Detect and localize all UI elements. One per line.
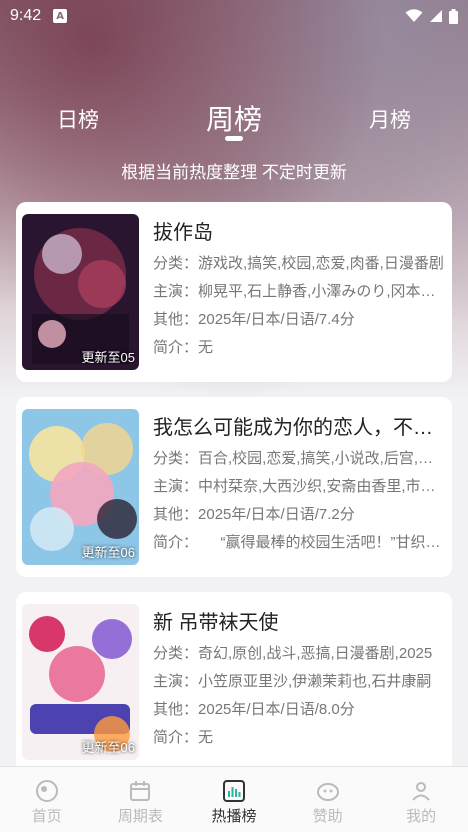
show-cast: 柳晃平,石上静香,小澤みのり,冈本信彦 (198, 283, 445, 300)
show-cast: 中村栞奈,大西沙织,安斋由香里,市川太一 (198, 478, 445, 495)
show-category-row: 分类：游戏改,搞笑,校园,恋爱,肉番,日漫番剧 (153, 252, 445, 272)
show-other: 2025年/日本/日语/7.2分 (198, 506, 355, 523)
show-intro: 无 (198, 729, 214, 746)
chart-icon (222, 780, 245, 802)
show-category: 百合,校园,恋爱,搞笑,小说改,后宫,日漫番剧 (198, 450, 445, 467)
show-cover[interactable]: 更新至06 (22, 409, 139, 565)
show-category-row: 分类：百合,校园,恋爱,搞笑,小说改,后宫,日漫番剧 (153, 447, 445, 467)
nav-schedule[interactable]: 周期表 (94, 767, 188, 832)
show-category: 奇幻,原创,战斗,恶搞,日漫番剧,2025 (198, 645, 433, 662)
show-cast-row: 主演：柳晃平,石上静香,小澤みのり,冈本信彦 (153, 280, 445, 300)
other-label: 其他： (153, 311, 199, 328)
show-card[interactable]: 更新至06 我怎么可能成为你的恋人，不行不行！ 分类：百合,校园,恋爱,搞笑,小… (16, 397, 452, 577)
show-title[interactable]: 新 吊带袜天使 (153, 606, 445, 634)
show-cover[interactable]: 更新至05 (22, 214, 139, 370)
profile-icon (412, 782, 430, 801)
show-title[interactable]: 我怎么可能成为你的恋人，不行不行！ (153, 411, 445, 439)
update-badge: 更新至06 (81, 545, 135, 560)
show-other-row: 其他：2025年/日本/日语/7.4分 (153, 308, 445, 328)
nav-home[interactable]: 首页 (0, 767, 94, 832)
status-time: 9:42 (10, 7, 42, 24)
category-label: 分类： (153, 645, 199, 662)
update-badge: 更新至06 (81, 740, 135, 755)
nav-label: 热播榜 (211, 808, 257, 825)
ranking-subtitle: 根据当前热度整理 不定时更新 (121, 163, 347, 182)
show-other: 2025年/日本/日语/8.0分 (198, 701, 355, 718)
status-bar: 9:42 A (0, 0, 468, 32)
show-intro-row: 简介：无 (153, 726, 445, 746)
show-title[interactable]: 拔作岛 (153, 216, 445, 244)
wifi-icon (405, 9, 423, 22)
nav-ranking[interactable]: 热播榜 (187, 767, 281, 832)
calendar-icon (130, 781, 151, 801)
nav-profile[interactable]: 我的 (374, 767, 468, 832)
show-cast-row: 主演：小笠原亚里沙,伊濑茉莉也,石井康嗣 (153, 670, 445, 690)
show-card[interactable]: 更新至06 新 吊带袜天使 分类：奇幻,原创,战斗,恶搞,日漫番剧,2025 主… (16, 592, 452, 772)
sponsor-icon (316, 783, 339, 801)
other-label: 其他： (153, 701, 199, 718)
tab-weekly[interactable]: 周榜 (206, 98, 262, 138)
show-info: 拔作岛 分类：游戏改,搞笑,校园,恋爱,肉番,日漫番剧 主演：柳晃平,石上静香,… (153, 216, 445, 356)
show-other-row: 其他：2025年/日本/日语/7.2分 (153, 503, 445, 523)
cast-label: 主演： (153, 283, 199, 300)
intro-label: 简介： (153, 729, 199, 746)
show-other-row: 其他：2025年/日本/日语/8.0分 (153, 698, 445, 718)
nav-label: 周期表 (117, 808, 163, 825)
tab-daily[interactable]: 日榜 (57, 104, 99, 134)
bottom-navigation: 首页 周期表 热播榜 赞助 我的 (0, 766, 468, 832)
tab-monthly[interactable]: 月榜 (369, 104, 411, 134)
intro-label: 简介： (153, 339, 199, 356)
show-intro-row: 简介： “赢得最棒的校园生活吧！”甘织玲奈子 (153, 531, 445, 551)
show-cast-row: 主演：中村栞奈,大西沙织,安斋由香里,市川太一 (153, 475, 445, 495)
notification-icon: A (53, 9, 68, 23)
cast-label: 主演： (153, 478, 199, 495)
show-other: 2025年/日本/日语/7.4分 (198, 311, 355, 328)
update-badge: 更新至05 (81, 350, 135, 365)
show-category: 游戏改,搞笑,校园,恋爱,肉番,日漫番剧 (198, 255, 444, 272)
show-intro-row: 简介：无 (153, 336, 445, 356)
ranking-tabs: 日榜 周榜 月榜 (0, 96, 468, 146)
show-cast: 小笠原亚里沙,伊濑茉莉也,石井康嗣 (198, 673, 432, 690)
nav-label: 我的 (406, 808, 437, 825)
battery-icon (449, 8, 458, 24)
nav-label: 赞助 (312, 808, 343, 825)
show-list: 更新至05 拔作岛 分类：游戏改,搞笑,校园,恋爱,肉番,日漫番剧 主演：柳晃平… (16, 202, 452, 787)
show-intro: “赢得最棒的校园生活吧！”甘织玲奈子 (190, 534, 445, 551)
show-card[interactable]: 更新至05 拔作岛 分类：游戏改,搞笑,校园,恋爱,肉番,日漫番剧 主演：柳晃平… (16, 202, 452, 382)
show-category-row: 分类：奇幻,原创,战斗,恶搞,日漫番剧,2025 (153, 642, 445, 662)
nav-sponsor[interactable]: 赞助 (281, 767, 375, 832)
nav-label: 首页 (31, 808, 62, 825)
other-label: 其他： (153, 506, 199, 523)
show-info: 我怎么可能成为你的恋人，不行不行！ 分类：百合,校园,恋爱,搞笑,小说改,后宫,… (153, 411, 445, 551)
show-cover[interactable]: 更新至06 (22, 604, 139, 760)
category-label: 分类： (153, 450, 199, 467)
home-icon (35, 780, 58, 802)
tab-indicator (225, 136, 243, 141)
category-label: 分类： (153, 255, 199, 272)
show-intro: 无 (198, 339, 214, 356)
signal-icon (430, 10, 442, 22)
intro-label: 简介： (153, 534, 191, 551)
cast-label: 主演： (153, 673, 199, 690)
show-info: 新 吊带袜天使 分类：奇幻,原创,战斗,恶搞,日漫番剧,2025 主演：小笠原亚… (153, 606, 445, 746)
